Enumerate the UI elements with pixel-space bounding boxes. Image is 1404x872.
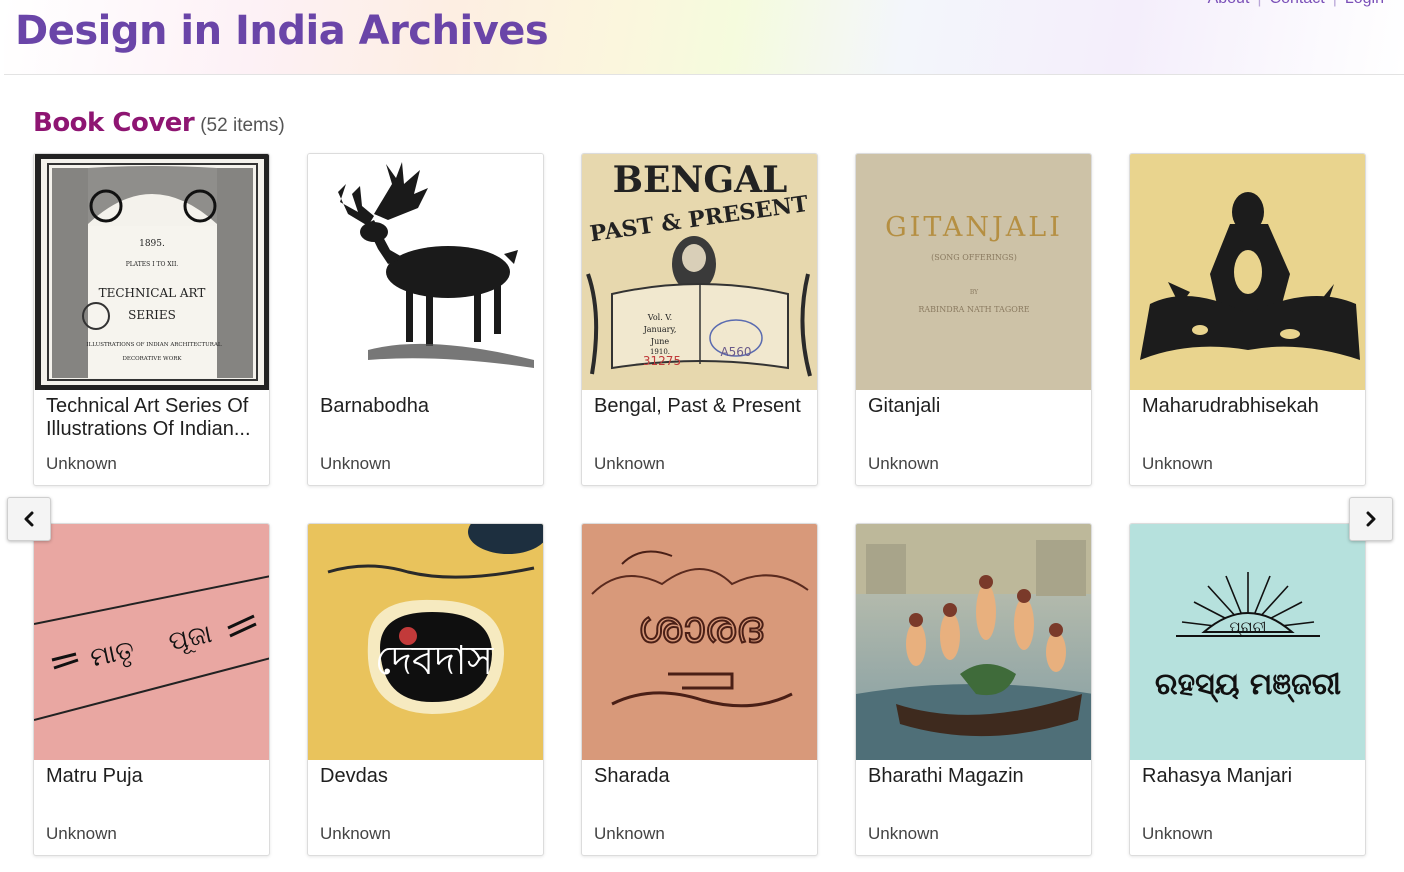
book-author: Unknown xyxy=(46,824,117,843)
section-count: (52 items) xyxy=(200,115,285,136)
book-author: Unknown xyxy=(46,454,117,473)
book-author: Unknown xyxy=(1142,824,1213,843)
svg-text:BENGAL: BENGAL xyxy=(613,159,788,201)
svg-text:(SONG OFFERINGS): (SONG OFFERINGS) xyxy=(931,253,1017,262)
book-author: Unknown xyxy=(1142,454,1213,473)
book-card[interactable]: Maharudrabhisekah Unknown xyxy=(1129,153,1366,486)
book-title[interactable]: Rahasya Manjari xyxy=(1142,765,1357,788)
book-author: Unknown xyxy=(868,824,939,843)
site-header: Design in India Archives About | Contact… xyxy=(4,0,1404,75)
link-separator: | xyxy=(1333,0,1337,8)
link-separator: | xyxy=(1257,0,1261,8)
book-title[interactable]: Maharudrabhisekah xyxy=(1142,395,1357,418)
contact-link[interactable]: Contact xyxy=(1270,0,1325,8)
book-card[interactable]: ପ୍ରାଚୀ ରହସ୍ୟ ମଞ୍ଜରୀ Rahasya Manjari Unkn… xyxy=(1129,523,1366,856)
book-cover-image[interactable] xyxy=(1130,154,1365,390)
cover-bharathi xyxy=(856,524,1091,760)
svg-text:দেবদাস: দেবদাস xyxy=(375,638,494,684)
book-cover-image[interactable]: ପ୍ରାଚୀ ରହସ୍ୟ ମଞ୍ଜରୀ xyxy=(1130,524,1365,760)
about-link[interactable]: About xyxy=(1208,0,1250,8)
cover-sharada: ശാരദ xyxy=(582,524,817,760)
svg-text:ശാരദ: ശാരദ xyxy=(637,602,763,653)
svg-text:31275: 31275 xyxy=(643,354,681,368)
svg-text:ILLUSTRATIONS OF INDIAN ARCHIT: ILLUSTRATIONS OF INDIAN ARCHITECTURAL xyxy=(86,342,222,348)
book-cover-image[interactable]: ମାତୃ ପୂଜା xyxy=(34,524,269,760)
cover-rahasya-manjari: ପ୍ରାଚୀ ରହସ୍ୟ ମଞ୍ଜରୀ xyxy=(1130,524,1365,760)
book-author: Unknown xyxy=(320,454,391,473)
site-title[interactable]: Design in India Archives xyxy=(15,8,549,54)
book-title[interactable]: Matru Puja xyxy=(46,765,261,788)
book-title[interactable]: Barnabodha xyxy=(320,395,535,418)
book-card[interactable]: দেবদাস Devdas Unknown xyxy=(307,523,544,856)
book-cover-image[interactable]: GITANJALI (SONG OFFERINGS) BY RABINDRA N… xyxy=(856,154,1091,390)
book-cover-image[interactable]: 1895. PLATES I TO XII. TECHNICAL ART SER… xyxy=(34,154,269,390)
svg-text:SERIES: SERIES xyxy=(128,308,176,322)
book-card[interactable]: BENGAL PAST & PRESENT Vol. V. January, J… xyxy=(581,153,818,486)
login-link[interactable]: Login xyxy=(1345,0,1384,8)
svg-text:PLATES I TO XII.: PLATES I TO XII. xyxy=(126,261,179,268)
cover-bengal: BENGAL PAST & PRESENT Vol. V. January, J… xyxy=(582,154,817,390)
svg-text:January,: January, xyxy=(643,325,677,334)
svg-text:ରହସ୍ୟ ମଞ୍ଜରୀ: ରହସ୍ୟ ମଞ୍ଜରୀ xyxy=(1155,667,1341,703)
cover-maharudrabhisekah xyxy=(1130,154,1365,390)
book-title[interactable]: Bharathi Magazin xyxy=(868,765,1083,788)
svg-text:RABINDRA NATH TAGORE: RABINDRA NATH TAGORE xyxy=(918,305,1029,314)
book-title[interactable]: Sharada xyxy=(594,765,809,788)
cover-technical-art: 1895. PLATES I TO XII. TECHNICAL ART SER… xyxy=(34,154,269,390)
cover-barnabodha xyxy=(308,154,543,390)
carousel-prev-button[interactable] xyxy=(7,497,51,541)
svg-text:June: June xyxy=(650,337,670,346)
svg-text:A560: A560 xyxy=(720,345,751,359)
svg-text:TECHNICAL ART: TECHNICAL ART xyxy=(99,286,206,300)
book-card[interactable]: ശാരദ Sharada Unknown xyxy=(581,523,818,856)
svg-text:ପ୍ରାଚୀ: ପ୍ରାଚୀ xyxy=(1229,618,1266,636)
book-author: Unknown xyxy=(320,824,391,843)
book-card[interactable]: Barnabodha Unknown xyxy=(307,153,544,486)
book-author: Unknown xyxy=(594,824,665,843)
cover-devdas: দেবদাস xyxy=(308,524,543,760)
chevron-left-icon xyxy=(24,511,34,527)
book-card[interactable]: ମାତୃ ପୂଜା Matru Puja Unknown xyxy=(33,523,270,856)
book-card[interactable]: 1895. PLATES I TO XII. TECHNICAL ART SER… xyxy=(33,153,270,486)
svg-text:DECORATIVE WORK: DECORATIVE WORK xyxy=(123,356,183,362)
book-card[interactable]: GITANJALI (SONG OFFERINGS) BY RABINDRA N… xyxy=(855,153,1092,486)
book-title[interactable]: Gitanjali xyxy=(868,395,1083,418)
svg-text:Vol. V.: Vol. V. xyxy=(647,313,672,322)
svg-text:1895.: 1895. xyxy=(139,239,165,249)
book-cover-image[interactable] xyxy=(308,154,543,390)
top-links: About | Contact | Login xyxy=(1208,0,1384,8)
section-title: Book Cover xyxy=(33,108,195,138)
cover-matru-puja: ମାତୃ ପୂଜା xyxy=(34,524,269,760)
book-cover-image[interactable]: দেবদাস xyxy=(308,524,543,760)
svg-text:BY: BY xyxy=(970,289,979,296)
cover-gitanjali: GITANJALI (SONG OFFERINGS) BY RABINDRA N… xyxy=(856,154,1091,390)
book-title[interactable]: Bengal, Past & Present xyxy=(594,395,809,418)
book-cover-image[interactable] xyxy=(856,524,1091,760)
carousel-next-button[interactable] xyxy=(1349,497,1393,541)
book-title[interactable]: Technical Art Series Of Illustrations Of… xyxy=(46,395,261,441)
book-author: Unknown xyxy=(594,454,665,473)
book-card[interactable]: Bharathi Magazin Unknown xyxy=(855,523,1092,856)
svg-text:GITANJALI: GITANJALI xyxy=(885,212,1063,243)
book-cover-image[interactable]: ശാരദ xyxy=(582,524,817,760)
chevron-right-icon xyxy=(1366,511,1376,527)
book-cover-image[interactable]: BENGAL PAST & PRESENT Vol. V. January, J… xyxy=(582,154,817,390)
book-title[interactable]: Devdas xyxy=(320,765,535,788)
section-heading: Book Cover (52 items) xyxy=(33,108,285,138)
book-author: Unknown xyxy=(868,454,939,473)
